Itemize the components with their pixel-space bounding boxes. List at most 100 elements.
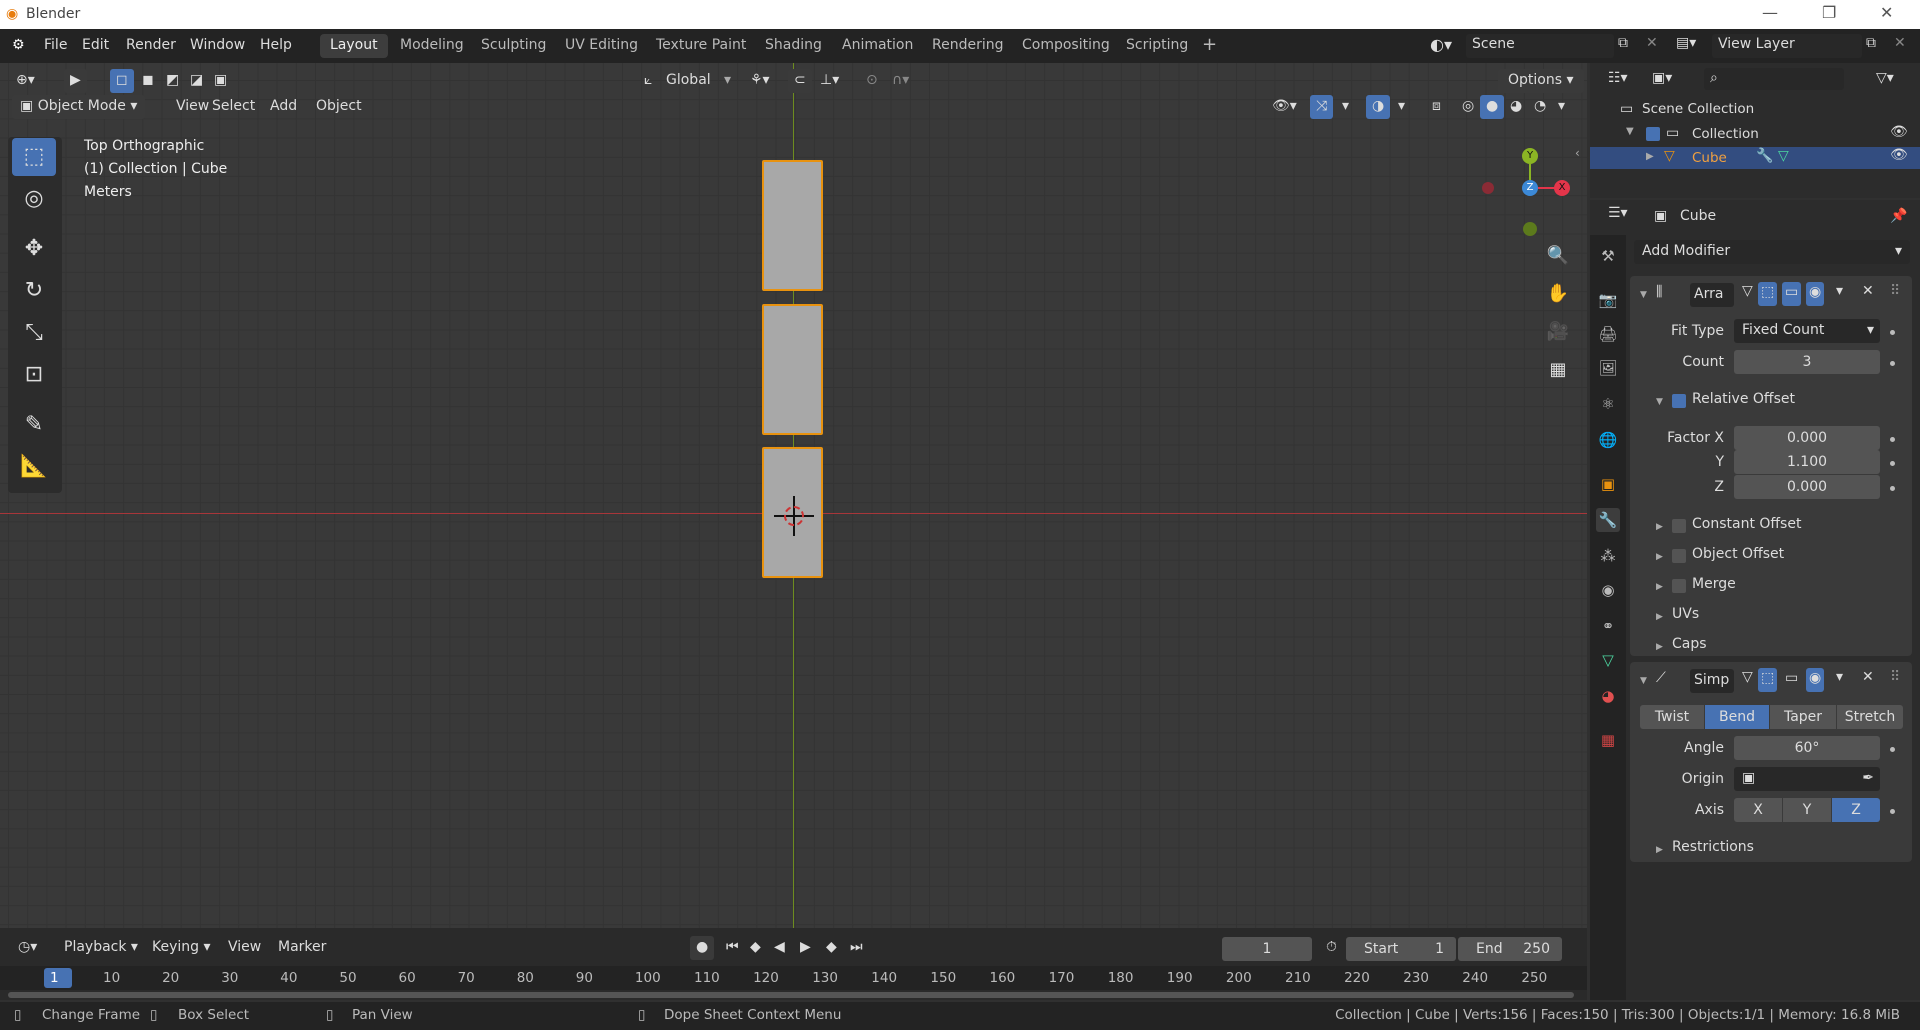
- outliner-scene-collection[interactable]: Scene Collection: [1642, 101, 1754, 117]
- add-workspace-icon[interactable]: +: [1196, 34, 1223, 58]
- tool-tab-icon[interactable]: ⚒: [1596, 244, 1620, 268]
- render-toggle-icon[interactable]: ◉: [1806, 668, 1825, 692]
- axis-x[interactable]: X: [1734, 798, 1782, 822]
- options-button[interactable]: Options ▾: [1498, 69, 1584, 93]
- visibility-icon[interactable]: 👁▾: [1266, 95, 1303, 119]
- viewport-menu-select[interactable]: Select: [206, 95, 261, 119]
- mode-taper[interactable]: Taper: [1770, 705, 1836, 729]
- simple-deform-name-field[interactable]: Simp: [1690, 669, 1734, 693]
- viewport-toggle-icon[interactable]: ▭: [1782, 668, 1801, 692]
- gizmo-chevron-icon[interactable]: ▾: [1336, 95, 1355, 119]
- outliner-search-input[interactable]: ⌕: [1704, 68, 1844, 90]
- delete-view-layer-icon[interactable]: ✕: [1894, 35, 1906, 51]
- solid-shading-icon[interactable]: ●: [1480, 95, 1505, 119]
- viewport-menu-add[interactable]: Add: [264, 95, 303, 119]
- end-frame-field[interactable]: End 250: [1458, 937, 1562, 961]
- tab-rendering[interactable]: Rendering: [922, 34, 1014, 58]
- factor-x-field[interactable]: 0.000: [1734, 426, 1880, 450]
- outliner-row-cube[interactable]: ▶ ▽ Cube 🔧 ▽ 👁: [1590, 147, 1920, 169]
- rendered-shading-icon[interactable]: ◔: [1528, 95, 1552, 119]
- uvs-label[interactable]: UVs: [1672, 606, 1699, 622]
- tab-compositing[interactable]: Compositing: [1012, 34, 1120, 58]
- zoom-icon[interactable]: 🔍: [1542, 240, 1574, 272]
- select-extend-icon[interactable]: ◼: [136, 69, 160, 93]
- tab-texture-paint[interactable]: Texture Paint: [646, 34, 756, 58]
- wireframe-shading-icon[interactable]: ◎: [1456, 95, 1480, 119]
- overlay-chevron-icon[interactable]: ▾: [1392, 95, 1411, 119]
- mode-twist[interactable]: Twist: [1640, 705, 1704, 729]
- animate-dot-icon[interactable]: [1890, 361, 1895, 366]
- cube-instance[interactable]: [762, 160, 823, 291]
- camera-view-icon[interactable]: 🎥: [1542, 316, 1574, 348]
- record-icon[interactable]: ●: [690, 936, 715, 960]
- object-offset-checkbox[interactable]: [1672, 549, 1686, 563]
- tab-modeling[interactable]: Modeling: [390, 34, 474, 58]
- delete-scene-icon[interactable]: ✕: [1646, 35, 1658, 51]
- drag-handle-icon[interactable]: ⠿: [1884, 280, 1906, 304]
- collection-visibility-icon[interactable]: 👁: [1890, 124, 1908, 140]
- physics-tab-icon[interactable]: ◉: [1596, 578, 1620, 602]
- sidebar-toggle-icon[interactable]: ‹: [1575, 146, 1580, 160]
- gizmo-neg-x[interactable]: [1482, 182, 1494, 194]
- tab-sculpting[interactable]: Sculpting: [471, 34, 556, 58]
- menu-window[interactable]: Window: [190, 37, 245, 53]
- cube-instance[interactable]: [762, 304, 823, 435]
- editor-type-icon[interactable]: ⊕▾: [10, 69, 41, 93]
- current-frame-field[interactable]: 1: [1222, 937, 1312, 961]
- world-tab-icon[interactable]: 🌐: [1596, 428, 1620, 452]
- cube-expand-icon[interactable]: ▶: [1646, 151, 1654, 162]
- outliner-display-mode-icon[interactable]: ▣▾: [1646, 67, 1678, 91]
- play-reverse-icon[interactable]: ◀: [768, 936, 791, 960]
- axis-z[interactable]: Z: [1832, 798, 1880, 822]
- jump-end-icon[interactable]: ⏭: [844, 936, 869, 960]
- modifier-menu-chevron-icon[interactable]: ▾: [1830, 280, 1849, 304]
- eyedropper-icon[interactable]: ✒: [1862, 770, 1874, 786]
- collection-checkbox[interactable]: [1646, 127, 1660, 141]
- relative-offset-collapse-icon[interactable]: ▼: [1656, 397, 1663, 407]
- outliner-collection[interactable]: Collection: [1692, 126, 1759, 142]
- gizmo-z-axis[interactable]: Z: [1522, 180, 1538, 196]
- overlay-toggle-icon[interactable]: ◑: [1366, 95, 1391, 119]
- timeline-menu-view[interactable]: View: [222, 936, 267, 960]
- render-tab-icon[interactable]: 📷: [1596, 288, 1620, 312]
- gizmo-y-axis[interactable]: Y: [1522, 148, 1538, 164]
- select-mode-icon[interactable]: ▶: [64, 69, 87, 93]
- merge-checkbox[interactable]: [1672, 579, 1686, 593]
- tab-scripting[interactable]: Scripting: [1116, 34, 1198, 58]
- shading-chevron-icon[interactable]: ▾: [1552, 95, 1571, 119]
- animate-dot-icon[interactable]: [1890, 461, 1895, 466]
- array-name-field[interactable]: Arra: [1690, 283, 1734, 307]
- gizmo-neg-y[interactable]: [1523, 222, 1537, 236]
- fit-type-dropdown[interactable]: Fixed Count ▾: [1734, 319, 1880, 343]
- next-keyframe-icon[interactable]: ◆: [820, 936, 843, 960]
- scene-field[interactable]: Scene: [1466, 34, 1614, 58]
- gizmo-x-axis[interactable]: X: [1554, 180, 1570, 196]
- select-intersect-icon[interactable]: ▣: [208, 69, 232, 93]
- timeline-scrollbar[interactable]: [8, 992, 1574, 998]
- render-toggle-icon[interactable]: ◉: [1806, 282, 1825, 306]
- menu-edit[interactable]: Edit: [82, 37, 109, 53]
- simple-deform-collapse-icon[interactable]: ▼: [1640, 676, 1647, 686]
- timeline-menu-playback[interactable]: Playback ▾: [58, 936, 144, 960]
- drag-handle-icon[interactable]: ⠿: [1884, 666, 1906, 690]
- view-layer-icon[interactable]: ▤▾: [1676, 35, 1696, 51]
- prev-keyframe-icon[interactable]: ◆: [744, 936, 767, 960]
- mode-dropdown[interactable]: ▣ Object Mode ▾: [12, 95, 146, 119]
- cube-visibility-icon[interactable]: 👁: [1890, 147, 1908, 163]
- properties-editor-type-icon[interactable]: ☰▾: [1602, 202, 1634, 226]
- annotate-tool-icon[interactable]: ✎: [12, 406, 56, 444]
- factor-z-field[interactable]: 0.000: [1734, 475, 1880, 499]
- pivot-icon[interactable]: ⚘▾: [744, 69, 776, 93]
- timeline-menu-marker[interactable]: Marker: [272, 936, 332, 960]
- blender-menu-icon[interactable]: ⚙: [12, 37, 25, 53]
- play-icon[interactable]: ▶: [794, 936, 817, 960]
- constant-offset-expand-icon[interactable]: ▶: [1656, 522, 1663, 532]
- add-modifier-dropdown[interactable]: Add Modifier ▾: [1634, 240, 1910, 264]
- caps-label[interactable]: Caps: [1672, 636, 1707, 652]
- animate-dot-icon[interactable]: [1890, 809, 1895, 814]
- tab-layout[interactable]: Layout: [320, 34, 388, 58]
- object-tab-icon[interactable]: ▣: [1596, 472, 1620, 496]
- mesh-data-icon[interactable]: ▽: [1778, 148, 1789, 164]
- minimize-icon[interactable]: —: [1762, 3, 1778, 22]
- select-new-icon[interactable]: ◻: [110, 69, 134, 93]
